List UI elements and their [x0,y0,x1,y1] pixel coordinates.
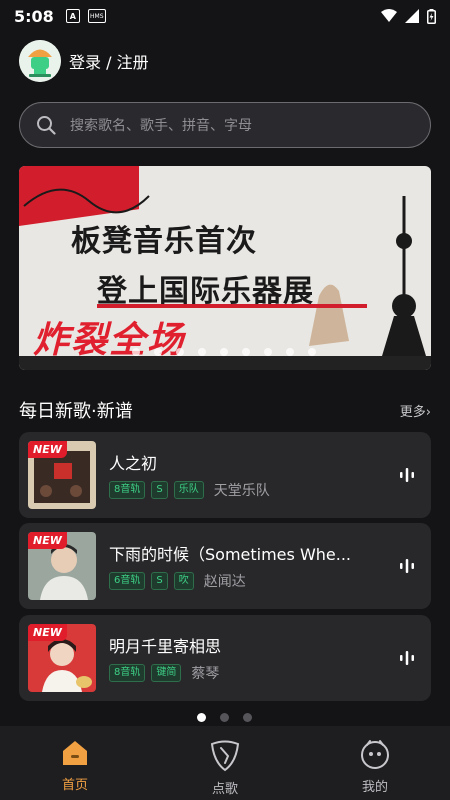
artist-name: 蔡琴 [191,666,220,682]
song-cover: NEW [28,532,96,600]
section-header: 每日新歌·新谱 更多› [19,396,431,424]
tab-label: 首页 [61,778,88,793]
tab-label: 点歌 [211,782,238,797]
song-cover: NEW [28,441,96,509]
track-count-tag: 8音轨 [109,664,146,682]
tab-songs[interactable]: 点歌 [150,726,300,800]
song-title: 下雨的时候（Sometimes Whe... [109,545,352,564]
tab-home[interactable]: 首页 [0,726,150,800]
banner-dot[interactable] [176,348,184,356]
search-icon [37,116,56,135]
list-pager [197,713,252,722]
new-badge: NEW [28,441,67,458]
search-input[interactable]: 搜索歌名、歌手、拼音、字母 [19,102,431,148]
banner-dot[interactable] [242,348,250,356]
banner-dot[interactable] [198,348,206,356]
song-title: 明月千里寄相思 [109,637,222,656]
banner-headline-1: 板凳音乐首次 [71,224,257,259]
banner-underline [97,304,367,308]
section-title: 每日新歌·新谱 [19,401,133,422]
pager-dot[interactable] [220,713,229,722]
avatar-illustration [19,40,61,82]
new-badge: NEW [28,532,67,549]
category-tag: 乐队 [173,481,204,499]
audio-bars-icon[interactable] [399,650,415,666]
login-register-link[interactable]: 登录 / 注册 [69,49,149,73]
more-link[interactable]: 更多› [400,401,431,420]
level-tag: S [151,481,168,499]
status-bar: 5:08 A HMS [0,0,450,32]
level-tag: S [151,572,168,590]
search-placeholder: 搜索歌名、歌手、拼音、字母 [70,118,252,134]
song-card[interactable]: NEW 下雨的时候（Sometimes Whe... 6音轨 S 吹 赵闻达 [19,523,431,609]
category-tag: 吹 [173,572,194,590]
audio-bars-icon[interactable] [399,467,415,483]
track-count-tag: 6音轨 [109,572,146,590]
banner-dot[interactable] [264,348,272,356]
artist-name: 赵闻达 [203,574,246,590]
song-tags: 6音轨 S 吹 赵闻达 [109,571,246,591]
song-cover: NEW [28,624,96,692]
tab-mine[interactable]: 我的 [300,726,450,800]
track-count-tag: 8音轨 [109,481,146,499]
song-tags: 8音轨 键简 蔡琴 [109,663,219,683]
song-card[interactable]: NEW 人之初 8音轨 S 乐队 天堂乐队 [19,432,431,518]
promo-banner[interactable]: 板凳音乐首次 登上国际乐器展 炸裂全场 [19,166,431,370]
avatar[interactable] [19,40,61,82]
banner-dot[interactable] [154,348,162,356]
banner-dot[interactable] [132,348,140,356]
banner-pager [132,348,316,356]
face-icon [361,740,389,769]
a-badge-icon: A [65,9,80,23]
song-title: 人之初 [109,454,158,473]
pager-dot[interactable] [243,713,252,722]
song-card[interactable]: NEW 明月千里寄相思 8音轨 键简 蔡琴 [19,615,431,701]
signal-icon [405,9,419,23]
hms-badge-icon: HMS [87,9,106,23]
home-icon [63,741,87,765]
banner-dot[interactable] [220,348,228,356]
status-time: 5:08 [14,6,54,26]
pager-dot[interactable] [197,713,206,722]
banner-dot[interactable] [286,348,294,356]
song-tags: 8音轨 S 乐队 天堂乐队 [109,480,270,500]
tab-label: 我的 [361,780,388,795]
battery-icon [427,8,436,24]
artist-name: 天堂乐队 [213,483,270,499]
wifi-icon [381,9,397,22]
audio-bars-icon[interactable] [399,558,415,574]
notation-tag: 键简 [151,664,182,682]
login-row[interactable]: 登录 / 注册 [19,40,149,82]
guitar-pick-icon [210,740,240,772]
banner-dot[interactable] [308,348,316,356]
bottom-tab-bar: 首页 点歌 我的 [0,726,450,800]
new-badge: NEW [28,624,67,641]
